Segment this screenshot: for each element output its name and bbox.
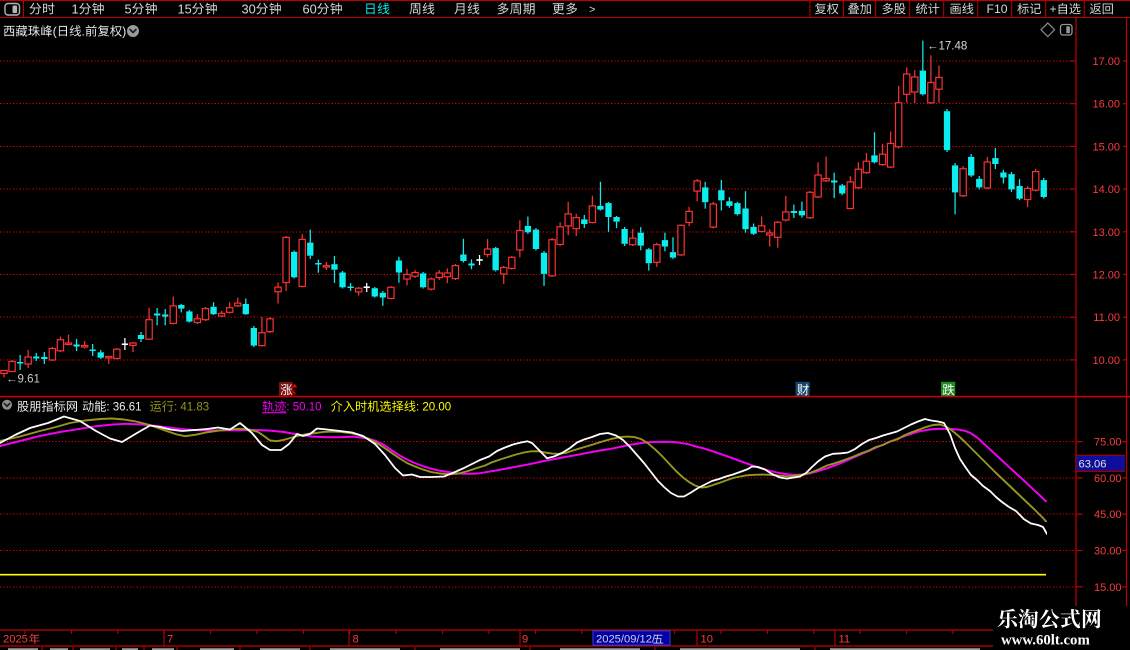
svg-text:: 20.00: : 20.00	[416, 402, 451, 414]
svg-text:45.00: 45.00	[1094, 509, 1122, 521]
svg-text:+: +	[1050, 2, 1057, 16]
svg-text:10.00: 10.00	[1092, 355, 1120, 367]
svg-text:60: 60	[303, 1, 317, 16]
svg-text:): )	[122, 25, 126, 39]
svg-text:←17.48: ←17.48	[927, 41, 967, 53]
svg-text:15.00: 15.00	[1094, 582, 1122, 594]
svg-text:2025: 2025	[3, 633, 28, 645]
svg-text:5: 5	[125, 1, 132, 16]
svg-text:www.60lt.com: www.60lt.com	[1001, 633, 1090, 649]
svg-text:63.06: 63.06	[1079, 458, 1107, 470]
svg-text:60.00: 60.00	[1094, 473, 1122, 485]
svg-text:11: 11	[839, 633, 851, 645]
svg-text:1: 1	[72, 1, 79, 16]
svg-text:7: 7	[167, 633, 173, 645]
svg-text:.: .	[82, 25, 85, 39]
svg-text:: 50.10: : 50.10	[286, 402, 321, 414]
svg-text:30: 30	[242, 1, 256, 16]
svg-text:17.00: 17.00	[1092, 56, 1120, 68]
svg-text:15: 15	[178, 1, 192, 16]
svg-text:16.00: 16.00	[1092, 99, 1120, 111]
svg-text:12.00: 12.00	[1092, 270, 1120, 282]
svg-text:14.00: 14.00	[1092, 184, 1120, 196]
svg-text:2025/09/12/: 2025/09/12/	[596, 634, 656, 646]
svg-text:>: >	[589, 4, 595, 16]
svg-text:9: 9	[522, 633, 528, 645]
svg-text:11.00: 11.00	[1093, 312, 1120, 324]
svg-text:10: 10	[701, 633, 713, 645]
svg-text:←9.61: ←9.61	[6, 374, 40, 386]
svg-text:15.00: 15.00	[1092, 141, 1120, 153]
svg-text:8: 8	[353, 633, 359, 645]
svg-text:: 41.83: : 41.83	[174, 402, 209, 414]
svg-text:: 36.61: : 36.61	[106, 402, 141, 414]
svg-text:75.00: 75.00	[1094, 437, 1122, 449]
svg-text:13.00: 13.00	[1092, 227, 1120, 239]
svg-text:30.00: 30.00	[1094, 546, 1122, 558]
svg-text:F10: F10	[987, 2, 1008, 16]
